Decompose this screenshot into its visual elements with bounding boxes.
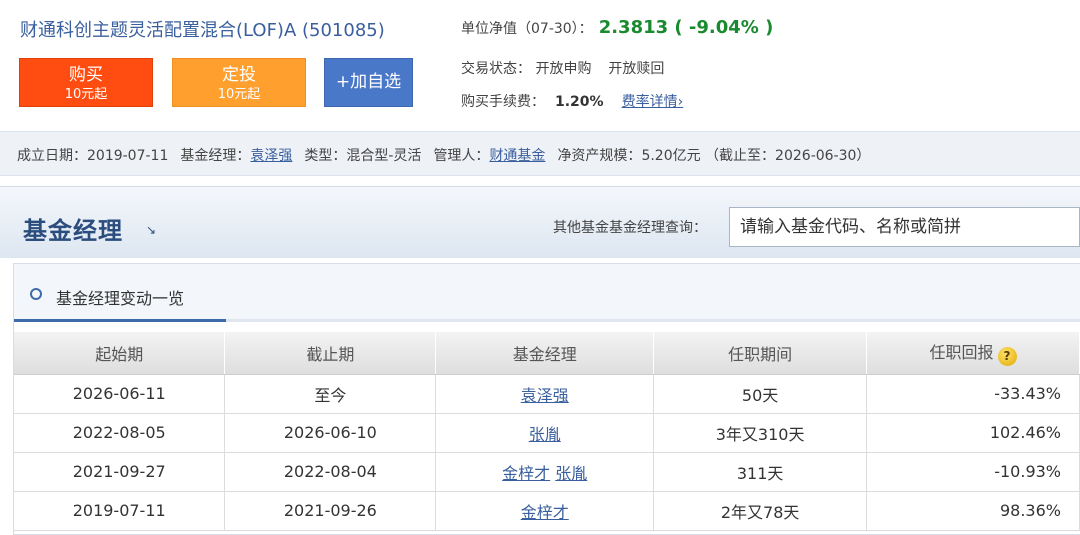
cell-return: -10.93% <box>866 452 1080 492</box>
cell-duration: 311天 <box>653 452 868 492</box>
buy-button-sub: 10元起 <box>64 87 108 102</box>
manager-name-link[interactable]: 金梓才 <box>502 464 550 483</box>
subscribe-status: 开放申购 <box>535 61 592 77</box>
redeem-status: 开放赎回 <box>608 61 665 77</box>
fee-line: 购买手续费： 1.20% 费率详情› <box>461 91 683 111</box>
header-duration: 任职期间 <box>653 332 868 375</box>
panel-header: 基金经理变动一览 <box>14 264 1080 322</box>
fee-label: 购买手续费： <box>461 94 545 110</box>
scale-label: 净资产规模： <box>557 148 642 164</box>
cell-return: 102.46% <box>866 413 1080 453</box>
company-label: 管理人： <box>433 148 490 164</box>
table-row: 2026-06-11 至今 袁泽强 50天 -33.43% <box>14 374 1080 414</box>
cell-manager: 金梓才 <box>435 491 655 531</box>
company-link[interactable]: 财通基金 <box>489 148 545 164</box>
fund-summary-text: 成立日期：2019-07-11 基金经理：袁泽强 类型：混合型-灵活 管理人：财通基金… <box>17 145 870 165</box>
fee-value: 1.20% <box>555 94 604 110</box>
type-value: 混合型-灵活 <box>346 148 422 164</box>
cell-manager: 张胤 <box>435 413 655 453</box>
cell-start: 2021-09-27 <box>14 452 226 492</box>
manager-name-link[interactable]: 张胤 <box>555 464 587 483</box>
cell-start: 2026-06-11 <box>14 374 226 414</box>
nav-line: 单位净值（07-30）： 2.3813 ( -9.04% ) <box>461 17 773 38</box>
setup-date: 2019-07-11 <box>87 148 169 164</box>
fund-summary-bar: 成立日期：2019-07-11 基金经理：袁泽强 类型：混合型-灵活 管理人：财通基金… <box>0 131 1080 176</box>
header-return-label: 任职回报 <box>929 343 994 363</box>
scale-value: 5.20亿元 （截止至：2026-06-30） <box>641 148 871 164</box>
setup-date-label: 成立日期： <box>17 148 87 164</box>
manager-label: 基金经理： <box>180 148 251 164</box>
panel-title: 基金经理变动一览 <box>56 289 185 308</box>
table-header-row: 起始期 截止期 基金经理 任职期间 任职回报? <box>14 332 1080 375</box>
cell-duration: 2年又78天 <box>653 491 868 531</box>
cell-return: -33.43% <box>866 374 1080 414</box>
buy-button-label: 购买 <box>69 65 103 85</box>
manager-query-input[interactable] <box>729 207 1080 247</box>
section-title: 基金经理 <box>23 217 123 245</box>
manager-history-table: 起始期 截止期 基金经理 任职期间 任职回报? 2026-06-11 至今 袁泽强 5… <box>14 332 1080 531</box>
circle-bullet-icon <box>30 288 42 300</box>
question-icon[interactable]: ? <box>997 347 1017 367</box>
nav-label: 单位净值（07-30）： <box>461 21 593 37</box>
nav-value: 2.3813 ( -9.04% ) <box>598 17 774 38</box>
cell-end: 2022-08-04 <box>224 452 437 492</box>
panel-tab-underline <box>14 319 226 322</box>
add-watchlist-button-label: +加自选 <box>335 72 402 92</box>
section-header: 基金经理 ↘ 其他基金基金经理查询： <box>0 186 1080 258</box>
cell-manager: 金梓才 张胤 <box>435 452 655 492</box>
auto-invest-button-sub: 10元起 <box>217 87 261 102</box>
arrow-down-right-icon: ↘ <box>146 223 157 237</box>
cell-end: 2026-06-10 <box>224 413 437 453</box>
manager-query-label: 其他基金基金经理查询： <box>553 220 707 236</box>
header-manager: 基金经理 <box>435 332 655 375</box>
cell-duration: 50天 <box>653 374 868 414</box>
fund-title: 财通科创主题灵活配置混合(LOF)A (501085) <box>20 20 385 41</box>
chevron-right-icon: › <box>677 94 684 110</box>
cell-end: 至今 <box>224 374 437 414</box>
manager-link[interactable]: 袁泽强 <box>250 148 292 164</box>
fee-detail-link[interactable]: 费率详情› <box>622 94 684 110</box>
auto-invest-button-label: 定投 <box>222 65 256 85</box>
cell-start: 2022-08-05 <box>14 413 226 453</box>
manager-name-link[interactable]: 金梓才 <box>521 503 569 522</box>
add-watchlist-button[interactable]: +加自选 <box>324 58 413 107</box>
cell-return: 98.36% <box>866 491 1080 531</box>
table-row: 2021-09-27 2022-08-04 金梓才 张胤 311天 -10.93% <box>14 452 1080 492</box>
trade-status-label: 交易状态： <box>461 61 531 77</box>
header-start: 起始期 <box>14 332 226 375</box>
manager-change-panel: 基金经理变动一览 起始期 截止期 基金经理 任职期间 任职回报? 2026-06… <box>13 263 1080 535</box>
cell-start: 2019-07-11 <box>14 491 226 531</box>
trade-status-line: 交易状态： 开放申购 开放赎回 <box>461 58 664 78</box>
type-label: 类型： <box>304 148 347 164</box>
buy-button[interactable]: 购买 10元起 <box>19 58 153 107</box>
fee-detail-link-label: 费率详情 <box>621 94 678 110</box>
header-end: 截止期 <box>224 332 437 375</box>
manager-name-link[interactable]: 袁泽强 <box>521 386 569 405</box>
cell-manager: 袁泽强 <box>435 374 655 414</box>
cell-duration: 3年又310天 <box>653 413 868 453</box>
table-row: 2022-08-05 2026-06-10 张胤 3年又310天 102.46% <box>14 413 1080 453</box>
header-return: 任职回报? <box>866 332 1080 375</box>
table-row: 2019-07-11 2021-09-26 金梓才 2年又78天 98.36% <box>14 491 1080 531</box>
manager-name-link[interactable]: 张胤 <box>529 425 561 444</box>
auto-invest-button[interactable]: 定投 10元起 <box>172 58 306 107</box>
cell-end: 2021-09-26 <box>224 491 437 531</box>
